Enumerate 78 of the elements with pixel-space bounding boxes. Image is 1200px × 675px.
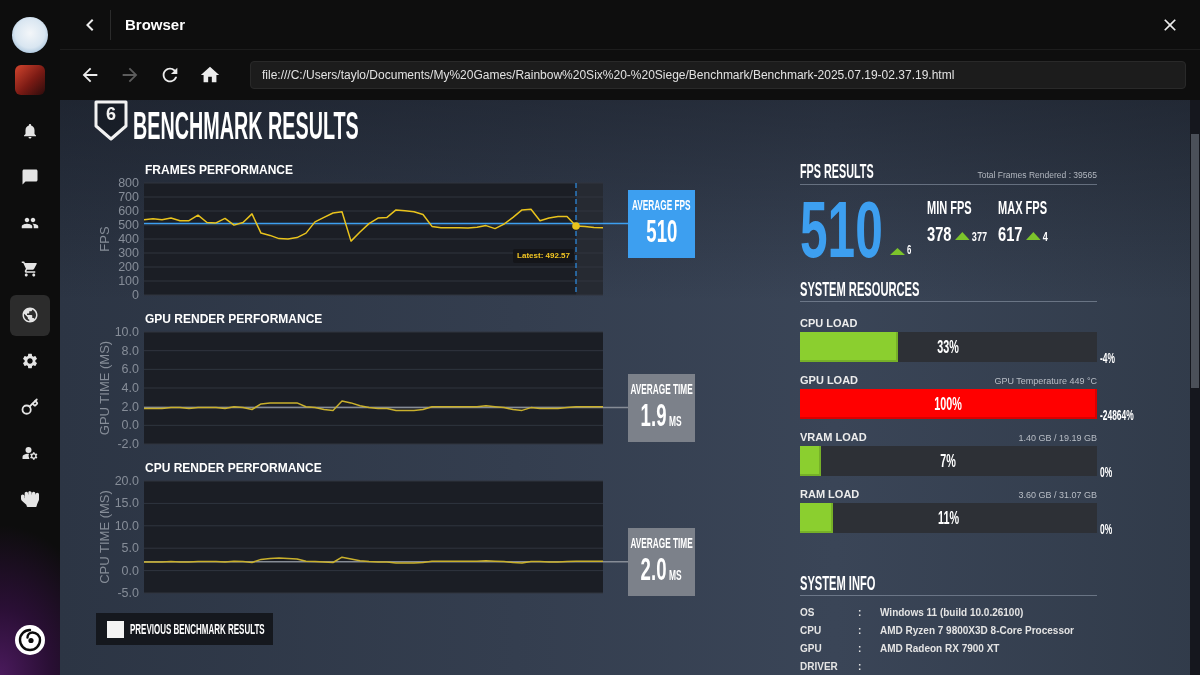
y-tick-label: 20.0: [114, 475, 139, 488]
resource-label: RAM LOAD: [800, 488, 860, 501]
load-change: 0%: [1100, 465, 1113, 479]
unit-label: MS: [669, 568, 682, 582]
resource-detail: 3.60 GB / 31.07 GB: [1018, 489, 1097, 501]
y-tick-label: -2.0: [117, 437, 139, 450]
info-label: CPU: [800, 625, 823, 637]
section-heading: SYSTEM INFO: [800, 573, 876, 593]
y-tick-label: 10.0: [114, 518, 139, 533]
info-separator: :: [858, 607, 863, 619]
info-value: Windows 11 (build 10.0.26100): [880, 607, 1025, 619]
y-tick-label: 500: [118, 218, 139, 232]
average-label: AVERAGE TIME: [630, 535, 693, 551]
y-tick-label: 800: [118, 177, 139, 190]
resource-label: CPU LOAD: [800, 317, 858, 330]
y-tick-label: 600: [118, 204, 139, 218]
chart-title: GPU RENDER PERFORMANCE: [145, 312, 324, 326]
y-tick-label: 200: [118, 260, 139, 274]
y-tick-label: 400: [118, 232, 139, 246]
chart-title: CPU RENDER PERFORMANCE: [145, 461, 323, 475]
stat-value: 617: [998, 224, 1023, 244]
y-tick-label: 0.0: [121, 563, 139, 578]
y-tick-label: 0: [132, 288, 139, 301]
y-tick-label: 700: [118, 190, 139, 204]
load-percent: 7%: [940, 452, 957, 470]
resource-label: VRAM LOAD: [800, 431, 867, 444]
y-tick-label: 8.0: [121, 343, 139, 358]
stat-value: 378: [927, 224, 952, 244]
average-value: 1.9: [641, 401, 667, 431]
info-separator: :: [858, 625, 863, 637]
shield-logo: 6: [93, 100, 129, 141]
resource-detail: GPU Temperature 449 °C: [994, 375, 1097, 387]
y-tick-label: 15.0: [114, 496, 139, 511]
load-change: -4%: [1100, 351, 1115, 365]
load-change: -24864%: [1100, 408, 1134, 422]
average-label: AVERAGE FPS: [632, 197, 691, 213]
stat-label: MAX FPS: [998, 198, 1047, 218]
info-label: GPU: [800, 643, 823, 655]
info-value: AMD Ryzen 7 9800X3D 8-Core Processor: [880, 625, 1075, 637]
page-title: BENCHMARK RESULTS: [133, 108, 359, 144]
resource-label: GPU LOAD: [800, 374, 859, 387]
unit-label: MS: [669, 414, 682, 428]
info-label: OS: [800, 607, 816, 619]
y-axis-label: CPU TIME (MS): [96, 490, 112, 584]
load-percent: 11%: [938, 509, 959, 527]
info-separator: :: [858, 661, 863, 673]
info-value: AMD Radeon RX 7900 XT: [880, 643, 1001, 655]
latest-tooltip: Latest: 492.57: [513, 249, 574, 263]
total-frames-text: Total Frames Rendered : 39565: [977, 169, 1097, 181]
load-percent: 33%: [937, 338, 960, 356]
load-percent: 100%: [934, 395, 963, 413]
chart-title: FRAMES PERFORMANCE: [145, 163, 294, 177]
resource-detail: 1.40 GB / 19.19 GB: [1018, 432, 1097, 444]
y-tick-label: 5.0: [121, 541, 139, 556]
info-label: DRIVER: [800, 661, 839, 673]
y-tick-label: 6.0: [121, 362, 139, 377]
y-tick-label: 300: [118, 246, 139, 260]
y-axis-label: GPU TIME (MS): [96, 340, 112, 436]
delta-value: 6: [907, 243, 912, 256]
info-separator: :: [858, 643, 863, 655]
average-value: 2.0: [641, 555, 667, 585]
y-tick-label: 10.0: [114, 326, 139, 339]
average-label: AVERAGE TIME: [630, 381, 693, 397]
delta-value: 377: [971, 230, 988, 243]
y-tick-label: -5.0: [117, 586, 139, 599]
average-fps-value: 510: [800, 198, 883, 262]
average-value: 510: [645, 217, 677, 247]
section-heading: FPS RESULTS: [800, 161, 874, 181]
y-axis-label: FPS: [96, 226, 112, 252]
y-tick-label: 2.0: [121, 399, 139, 414]
stat-label: MIN FPS: [927, 198, 972, 218]
y-tick-label: 4.0: [121, 381, 139, 395]
y-tick-label: 0.0: [121, 418, 139, 433]
y-tick-label: 100: [118, 274, 139, 288]
load-change: 0%: [1100, 522, 1113, 536]
window-title: Browser: [125, 16, 186, 33]
delta-value: 4: [1042, 230, 1048, 243]
section-heading: SYSTEM RESOURCES: [800, 279, 920, 299]
